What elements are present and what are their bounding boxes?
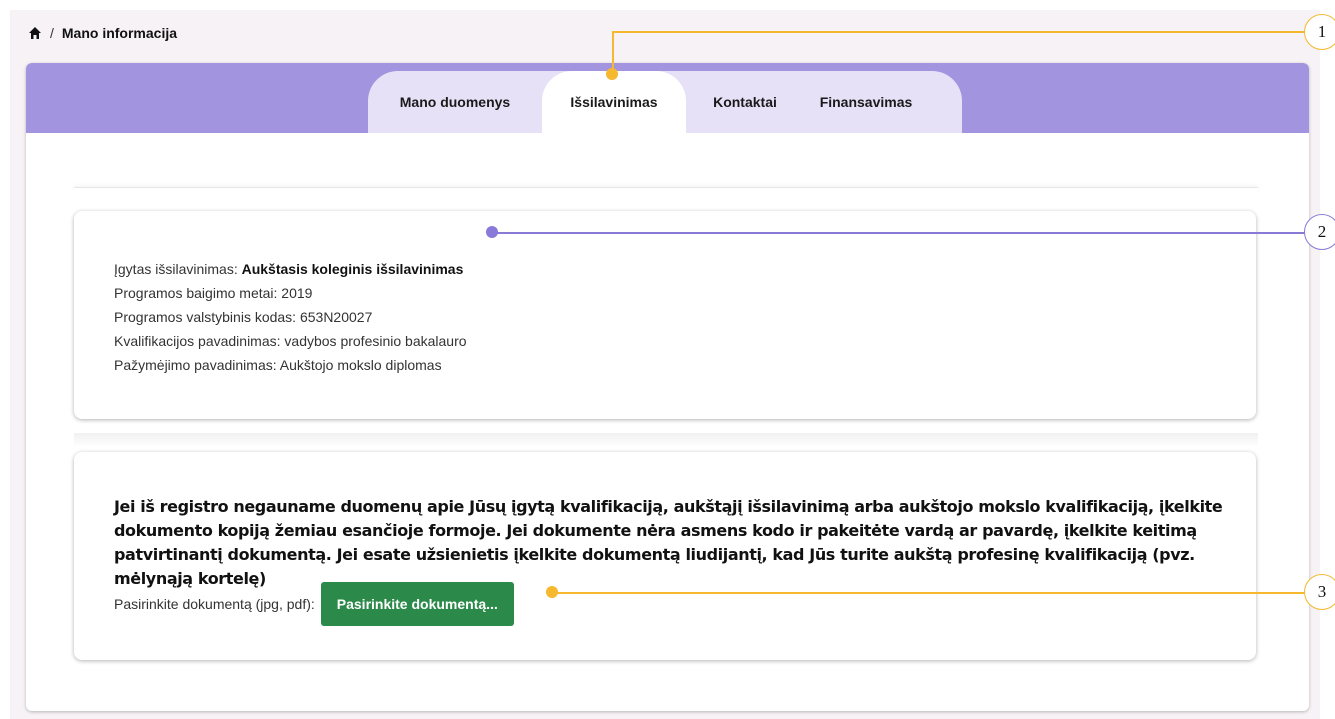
callout-3-dot bbox=[546, 586, 558, 598]
choose-document-button[interactable]: Pasirinkite dokumentą... bbox=[320, 582, 514, 626]
education-acquired: Įgytas išsilavinimas: Aukštasis kolegini… bbox=[114, 257, 467, 281]
tabs-header: Mano duomenys Išsilavinimas Kontaktai Fi… bbox=[26, 63, 1309, 133]
education-certificate: Pažymėjimo pavadinimas: Aukštojo mokslo … bbox=[114, 357, 442, 373]
section-separator bbox=[74, 433, 1258, 447]
callout-1-line bbox=[612, 31, 1304, 33]
callout-1-leader bbox=[612, 31, 614, 73]
education-acquired-label: Įgytas išsilavinimas: bbox=[114, 261, 242, 277]
upload-notice: Jei iš registro negauname duomenų apie J… bbox=[114, 497, 1223, 588]
callout-2-line bbox=[492, 232, 1306, 234]
file-upload-row: Pasirinkite dokumentą (jpg, pdf): Pasiri… bbox=[114, 582, 514, 626]
home-icon[interactable] bbox=[28, 26, 42, 40]
education-info-card: Įgytas išsilavinimas: Aukštasis kolegini… bbox=[74, 211, 1256, 419]
main-card: Mano duomenys Išsilavinimas Kontaktai Fi… bbox=[26, 63, 1309, 711]
education-qualification: Kvalifikacijos pavadinimas: vadybos prof… bbox=[114, 333, 467, 349]
callout-3-marker: 3 bbox=[1304, 574, 1335, 610]
education-details: Įgytas išsilavinimas: Aukštasis kolegini… bbox=[114, 257, 467, 377]
tab-finansavimas[interactable]: Finansavimas bbox=[804, 71, 928, 133]
education-program-code: Programos valstybinis kodas: 653N20027 bbox=[114, 309, 373, 325]
tab-mano-duomenys[interactable]: Mano duomenys bbox=[368, 71, 542, 133]
file-upload-label: Pasirinkite dokumentą (jpg, pdf): bbox=[114, 596, 315, 612]
tab-kontaktai[interactable]: Kontaktai bbox=[686, 71, 804, 133]
education-acquired-value: Aukštasis koleginis išsilavinimas bbox=[241, 261, 464, 277]
callout-2-marker: 2 bbox=[1304, 214, 1335, 250]
breadcrumb-current: Mano informacija bbox=[61, 25, 178, 41]
callout-2-dot bbox=[486, 226, 498, 238]
callout-1-marker: 1 bbox=[1304, 14, 1335, 50]
tab-issilavinimas[interactable]: Išsilavinimas bbox=[542, 71, 686, 133]
breadcrumb-separator: / bbox=[50, 25, 54, 41]
breadcrumb: / Mano informacija bbox=[28, 22, 177, 44]
callout-3-line bbox=[553, 592, 1305, 594]
document-upload-card: Jei iš registro negauname duomenų apie J… bbox=[74, 452, 1256, 660]
callout-1-dot bbox=[606, 68, 618, 80]
section-divider bbox=[74, 187, 1258, 196]
tab-bar: Mano duomenys Išsilavinimas Kontaktai Fi… bbox=[368, 71, 962, 133]
education-graduation-year: Programos baigimo metai: 2019 bbox=[114, 285, 313, 301]
